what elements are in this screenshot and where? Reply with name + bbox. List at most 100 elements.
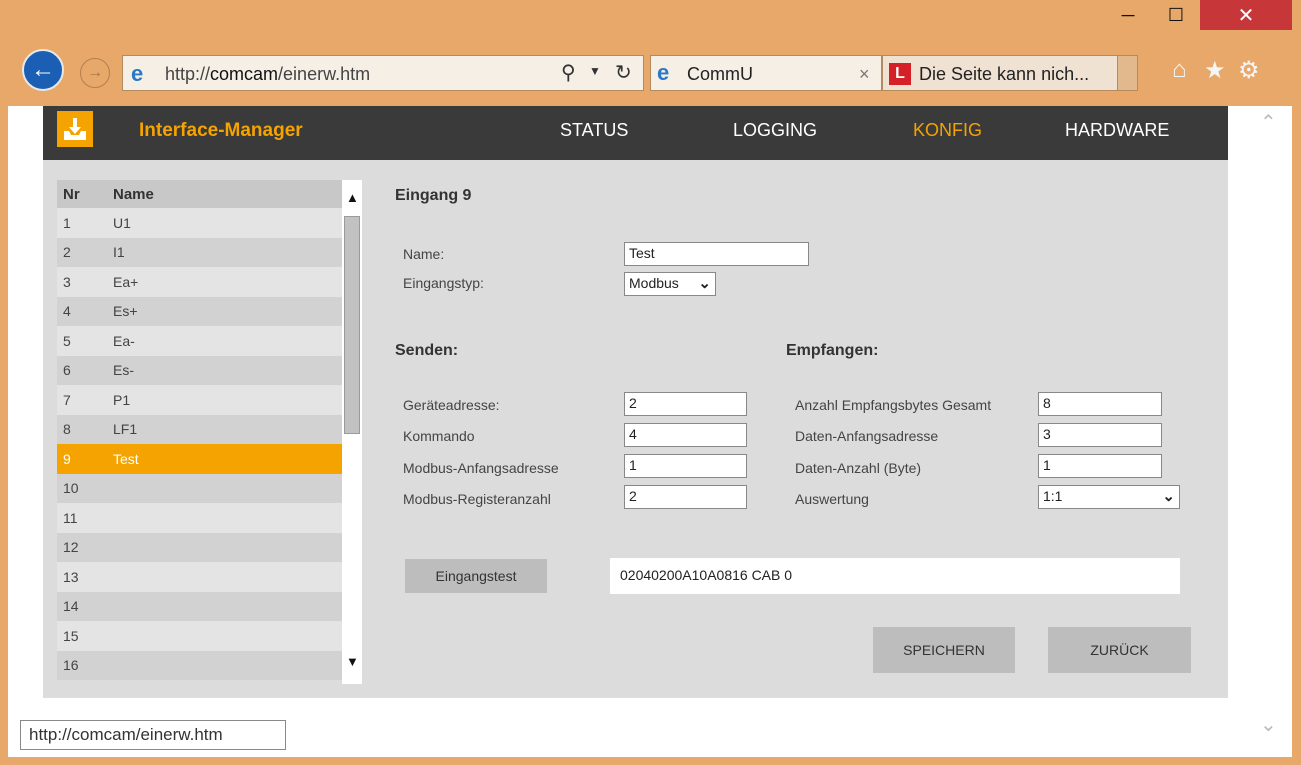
data-start-address-input[interactable]: 3 bbox=[1038, 423, 1162, 447]
column-header-name: Name bbox=[113, 185, 154, 203]
modbus-start-address-label: Modbus-Anfangsadresse bbox=[403, 460, 559, 476]
list-item[interactable]: 7 P1 bbox=[57, 385, 343, 415]
list-item[interactable]: 11 bbox=[57, 503, 343, 533]
list-item-name: P1 bbox=[113, 391, 131, 408]
list-item[interactable]: 4 Es+ bbox=[57, 296, 343, 326]
input-type-select[interactable]: Modbus ⌄ bbox=[624, 272, 716, 296]
search-icon[interactable]: ⚲ bbox=[561, 60, 576, 85]
list-item[interactable]: 5 Ea- bbox=[57, 326, 343, 356]
url-host: comcam bbox=[210, 64, 279, 84]
address-bar[interactable]: e http://comcam/einerw.htm ⚲ ▼ ↻ bbox=[122, 55, 644, 91]
refresh-icon[interactable]: ↻ bbox=[615, 60, 632, 85]
list-item[interactable]: 8 LF1 bbox=[57, 414, 343, 444]
title-bar: ─ ☐ ✕ bbox=[0, 0, 1301, 44]
input-type-value: Modbus bbox=[629, 275, 679, 291]
nav-konfig[interactable]: KONFIG bbox=[913, 120, 982, 141]
device-address-label: Geräteadresse: bbox=[403, 397, 500, 413]
chevron-up-icon[interactable]: ⌃ bbox=[1260, 110, 1277, 135]
evaluation-select[interactable]: 1:1 ⌄ bbox=[1038, 485, 1180, 509]
list-item-nr: 2 bbox=[63, 244, 71, 261]
list-item[interactable]: 2 I1 bbox=[57, 237, 343, 267]
list-item[interactable]: 1 U1 bbox=[57, 208, 343, 238]
send-title: Senden: bbox=[395, 342, 459, 359]
list-item-nr: 10 bbox=[63, 480, 79, 497]
minimize-icon[interactable]: ─ bbox=[1105, 0, 1151, 30]
settings-gear-icon[interactable]: ⚙ bbox=[1238, 56, 1260, 85]
list-item[interactable]: 3 Ea+ bbox=[57, 267, 343, 297]
list-item[interactable]: 13 bbox=[57, 562, 343, 592]
list-item-nr: 11 bbox=[63, 509, 78, 526]
list-item-nr: 13 bbox=[63, 568, 79, 585]
list-item-nr: 4 bbox=[63, 303, 71, 320]
receive-bytes-total-label: Anzahl Empfangsbytes Gesamt bbox=[795, 397, 992, 413]
chevron-down-icon[interactable]: ▼ bbox=[589, 64, 601, 78]
back-button[interactable]: ZURÜCK bbox=[1048, 627, 1191, 673]
device-address-input[interactable]: 2 bbox=[624, 392, 747, 416]
maximize-icon[interactable]: ☐ bbox=[1153, 0, 1199, 30]
modbus-register-count-input[interactable]: 2 bbox=[624, 485, 747, 509]
list-item[interactable]: 10 bbox=[57, 473, 343, 503]
input-test-button[interactable]: Eingangstest bbox=[405, 559, 547, 593]
data-byte-count-input[interactable]: 1 bbox=[1038, 454, 1162, 478]
home-icon[interactable]: ⌂ bbox=[1172, 56, 1187, 84]
input-type-label: Eingangstyp: bbox=[403, 275, 484, 291]
close-icon[interactable]: ✕ bbox=[1200, 0, 1292, 30]
list-item[interactable]: 6 Es- bbox=[57, 355, 343, 385]
list-item[interactable]: 15 bbox=[57, 621, 343, 651]
tab-commu[interactable]: e CommU × bbox=[650, 55, 882, 91]
close-tab-icon[interactable]: × bbox=[859, 64, 870, 85]
data-byte-count-label: Daten-Anzahl (Byte) bbox=[795, 460, 922, 476]
evaluation-value: 1:1 bbox=[1043, 488, 1063, 504]
form-title: Eingang 9 bbox=[395, 187, 472, 204]
list-item[interactable]: 14 bbox=[57, 591, 343, 621]
list-item[interactable]: 12 bbox=[57, 532, 343, 562]
list-item-name: Es+ bbox=[113, 303, 138, 320]
ie-logo-icon: e bbox=[131, 61, 144, 86]
chevron-down-icon[interactable]: ⌄ bbox=[1260, 712, 1277, 737]
list-item-name: I1 bbox=[113, 244, 125, 261]
command-input[interactable]: 4 bbox=[624, 423, 747, 447]
list-item-name: Ea+ bbox=[113, 273, 139, 290]
scrollbar-thumb[interactable] bbox=[344, 216, 360, 434]
test-output-field: 02040200A10A0816 CAB 0 bbox=[610, 558, 1180, 594]
site-favicon-icon: L bbox=[889, 63, 911, 85]
list-item-nr: 9 bbox=[63, 450, 71, 467]
list-item-name: U1 bbox=[113, 214, 131, 231]
nav-hardware[interactable]: HARDWARE bbox=[1065, 120, 1169, 141]
chevron-up-icon[interactable]: ▲ bbox=[346, 190, 359, 205]
command-label: Kommando bbox=[403, 428, 475, 444]
list-item-nr: 14 bbox=[63, 598, 79, 615]
list-item[interactable]: 16 bbox=[57, 650, 343, 680]
list-item-nr: 12 bbox=[63, 539, 79, 556]
list-header: Nr Name bbox=[57, 180, 343, 208]
list-scrollbar[interactable]: ▲ ▼ bbox=[342, 180, 362, 684]
address-url[interactable]: http://comcam/einerw.htm bbox=[165, 64, 370, 85]
back-arrow-icon[interactable]: ← bbox=[22, 49, 64, 91]
receive-bytes-total-input[interactable]: 8 bbox=[1038, 392, 1162, 416]
favorites-star-icon[interactable]: ★ bbox=[1204, 56, 1226, 85]
list-item-nr: 5 bbox=[63, 332, 71, 349]
chevron-down-icon[interactable]: ▼ bbox=[346, 654, 359, 669]
forward-arrow-icon[interactable]: → bbox=[80, 58, 110, 88]
new-tab-button[interactable] bbox=[1118, 55, 1138, 91]
modbus-start-address-input[interactable]: 1 bbox=[624, 454, 747, 478]
tab-error-page[interactable]: L Die Seite kann nich... bbox=[882, 55, 1118, 91]
nav-status[interactable]: STATUS bbox=[560, 120, 628, 141]
name-input[interactable]: Test bbox=[624, 242, 809, 266]
evaluation-label: Auswertung bbox=[795, 491, 869, 507]
list-item-nr: 15 bbox=[63, 627, 79, 644]
list-item-nr: 3 bbox=[63, 273, 71, 290]
list-item[interactable]: 9 Test bbox=[57, 444, 343, 474]
column-header-nr: Nr bbox=[63, 185, 80, 203]
interface-manager-app: Interface-Manager STATUS LOGGING KONFIG … bbox=[43, 106, 1228, 698]
download-tray-icon bbox=[57, 111, 93, 147]
name-label: Name: bbox=[403, 246, 445, 262]
save-button[interactable]: SPEICHERN bbox=[873, 627, 1015, 673]
chevron-down-icon: ⌄ bbox=[698, 275, 711, 292]
nav-logging[interactable]: LOGGING bbox=[733, 120, 817, 141]
status-bar-url: http://comcam/einerw.htm bbox=[20, 720, 286, 750]
chevron-down-icon: ⌄ bbox=[1162, 488, 1175, 505]
browser-window: ─ ☐ ✕ ← → e http://comcam/einerw.htm ⚲ ▼… bbox=[0, 0, 1301, 765]
page-scrollbar[interactable]: ⌃ ⌄ bbox=[1250, 106, 1292, 757]
page-viewport: ⌃ ⌄ Interface-Manager STATUS LOGGING KON… bbox=[8, 106, 1292, 757]
